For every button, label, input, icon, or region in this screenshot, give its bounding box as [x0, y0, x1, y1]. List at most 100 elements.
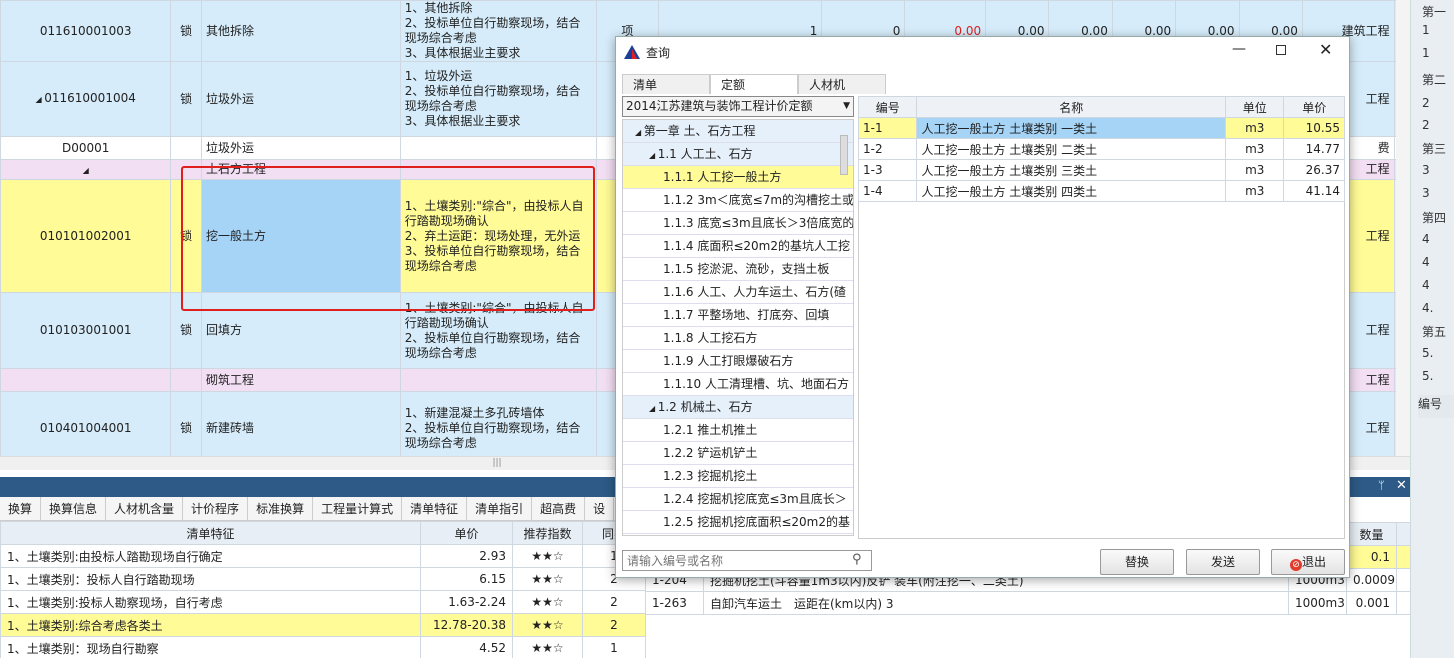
close-dialog-icon[interactable]: ✕	[1319, 40, 1332, 59]
tab-4[interactable]: 标准换算	[248, 497, 314, 520]
tree-node[interactable]: 1.1.6 人工、人力车运土、石方(碴	[623, 281, 853, 304]
main-cell-code[interactable]: D00001	[0, 136, 172, 160]
tab-7[interactable]: 清单指引	[467, 497, 533, 520]
main-cell-code[interactable]	[0, 368, 172, 392]
tree-node[interactable]: 1.1.1 人工挖一般土方	[623, 166, 853, 189]
main-cell-lock[interactable]	[170, 368, 202, 392]
main-cell-desc[interactable]	[399, 136, 598, 160]
tree-node[interactable]: 1.2.2 铲运机铲土	[623, 442, 853, 465]
replace-button[interactable]: 替换	[1100, 549, 1174, 575]
main-cell-desc[interactable]: 1、垃圾外运 2、投标单位自行勘察现场，结合现场综合考虑 3、具体根据业主要求	[399, 61, 598, 137]
tab-5[interactable]: 工程量计算式	[313, 497, 403, 520]
header-stars[interactable]: 推荐指数	[512, 521, 583, 545]
main-cell-lock[interactable]: 锁	[170, 0, 202, 62]
side-tree-item[interactable]: 第五	[1422, 323, 1454, 346]
scroll-grip-icon[interactable]: |||	[490, 458, 504, 468]
side-tree-item[interactable]: 2	[1422, 118, 1454, 141]
main-cell-lock[interactable]	[170, 136, 202, 160]
side-tree-item[interactable]: 5.	[1422, 346, 1454, 369]
side-tree-item[interactable]: 1	[1422, 23, 1454, 46]
side-tree-item[interactable]: 编号	[1418, 395, 1454, 418]
header-code[interactable]: 编号	[857, 96, 918, 118]
main-cell-desc[interactable]	[399, 368, 598, 392]
tree-node[interactable]: 1.2.1 推土机推土	[623, 419, 853, 442]
tree-toggle-icon[interactable]: ◢	[649, 151, 658, 160]
tab-3[interactable]: 计价程序	[183, 497, 249, 520]
tree-node[interactable]: 1.1.3 底宽≤3m且底长＞3倍底宽的	[623, 212, 853, 235]
result-row[interactable]: 1-2 人工挖一般土方 土壤类别 二类土 m3 14.77	[857, 138, 1345, 160]
main-cell-name[interactable]: 砌筑工程	[200, 368, 401, 392]
side-tree-item[interactable]: 第三	[1422, 140, 1454, 163]
quota-content-row[interactable]: 1-263 自卸汽车运土 运距在(km以内) 3 1000m3 0.001	[645, 591, 1411, 615]
tab-9[interactable]: 设	[585, 497, 615, 520]
tree-node[interactable]: 1.2.5 挖掘机挖底面积≤20m2的基	[623, 511, 853, 534]
side-tree-item[interactable]: 3	[1422, 186, 1454, 209]
tab-0[interactable]: 换算	[0, 497, 42, 520]
main-cell-name[interactable]: 垃圾外运	[200, 61, 401, 137]
side-tree-item[interactable]: 4	[1422, 255, 1454, 278]
tree-node[interactable]: 1.2.4 挖掘机挖底宽≤3m且底长＞	[623, 488, 853, 511]
collapse-icon[interactable]: ◢	[83, 166, 89, 175]
header-unit-price[interactable]: 单价	[1283, 96, 1345, 118]
main-cell-code[interactable]: ◢	[0, 159, 172, 180]
close-icon[interactable]: ✕	[1396, 478, 1407, 493]
main-cell-code[interactable]: 011610001003	[0, 0, 172, 62]
side-tree-item[interactable]: 4	[1422, 278, 1454, 301]
main-vertical-scrollbar[interactable]	[1396, 0, 1410, 456]
tree-node[interactable]: ◢ 1.2 机械土、石方	[623, 396, 853, 419]
main-cell-code[interactable]: 010101002001	[0, 179, 172, 293]
main-cell-lock[interactable]: 锁	[170, 61, 202, 137]
feature-row[interactable]: 1、土壤类别:投标人勘察现场，自行考虑 1.63-2.24 ★★☆ 2	[0, 590, 646, 614]
side-tree-item[interactable]: 第二	[1422, 71, 1454, 94]
search-input[interactable]	[622, 550, 872, 571]
exit-button[interactable]: ⊘ 退出	[1271, 549, 1345, 575]
tree-node[interactable]: 1.1.4 底面积≤20m2的基坑人工挖	[623, 235, 853, 258]
result-row[interactable]: 1-1 人工挖一般土方 土壤类别 一类土 m3 10.55	[857, 117, 1345, 139]
tree-node[interactable]: 1.1.2 3m＜底宽≤7m的沟槽挖土或	[623, 189, 853, 212]
main-cell-desc[interactable]: 1、其他拆除 2、投标单位自行勘察现场，结合现场综合考虑 3、具体根据业主要求	[399, 0, 598, 62]
result-row[interactable]: 1-3 人工挖一般土方 土壤类别 三类土 m3 26.37	[857, 159, 1345, 181]
main-cell-lock[interactable]: 锁	[170, 391, 202, 465]
tab-6[interactable]: 清单特征	[402, 497, 468, 520]
side-tree-item[interactable]: 5.	[1422, 369, 1454, 392]
maximize-icon[interactable]	[1276, 45, 1286, 55]
main-cell-code[interactable]: 010103001001	[0, 292, 172, 369]
header-name[interactable]: 名称	[916, 96, 1226, 118]
tree-node[interactable]: 1.1.7 平整场地、打底夯、回填	[623, 304, 853, 327]
tree-toggle-icon[interactable]: ◢	[635, 128, 644, 137]
main-cell-name[interactable]: 新建砖墙	[200, 391, 401, 465]
tab-1[interactable]: 换算信息	[41, 497, 107, 520]
pin-icon[interactable]: ᛘ	[1378, 479, 1385, 492]
side-tree-item[interactable]: 2	[1422, 96, 1454, 119]
tab-8[interactable]: 超高费	[532, 497, 586, 520]
search-icon[interactable]: ⚲	[852, 552, 862, 567]
side-tree-item[interactable]: 3	[1422, 163, 1454, 186]
minimize-icon[interactable]: —	[1232, 41, 1246, 57]
feature-row[interactable]: 1、土壤类别：投标人自行踏勘现场 6.15 ★★☆ 2	[0, 567, 646, 591]
feature-row[interactable]: 1、土壤类别:由投标人踏勘现场自行确定 2.93 ★★☆ 1	[0, 544, 646, 568]
tab-quota[interactable]: 定额	[710, 74, 798, 94]
header-price[interactable]: 单价	[420, 521, 513, 545]
quota-library-select[interactable]: 2014江苏建筑与装饰工程计价定额 ▼	[622, 96, 854, 117]
header-qty[interactable]: 数量	[1346, 522, 1397, 546]
tree-scrollbar[interactable]	[840, 135, 848, 175]
tree-node[interactable]: 1.1.10 人工清理槽、坑、地面石方	[623, 373, 853, 396]
tree-node[interactable]: 1.1.9 人工打眼爆破石方	[623, 350, 853, 373]
result-row[interactable]: 1-4 人工挖一般土方 土壤类别 四类土 m3 41.14	[857, 180, 1345, 202]
side-tree-item[interactable]: 4	[1422, 232, 1454, 255]
tree-node[interactable]: ◢ 第一章 土、石方工程	[623, 120, 853, 143]
main-cell-name[interactable]: 其他拆除	[200, 0, 401, 62]
send-button[interactable]: 发送	[1186, 549, 1260, 575]
header-feature[interactable]: 清单特征	[0, 521, 421, 545]
main-cell-name[interactable]: 垃圾外运	[200, 136, 401, 160]
collapse-icon[interactable]: ◢	[36, 95, 45, 104]
dialog-titlebar[interactable]: 查询 — ✕	[616, 37, 1349, 67]
tree-node[interactable]: ◢ 1.1 人工土、石方	[623, 143, 853, 166]
tree-node[interactable]: 1.2.3 挖掘机挖土	[623, 465, 853, 488]
feature-row[interactable]: 1、土壤类别：现场自行勘察 4.52 ★★☆ 1	[0, 636, 646, 658]
feature-row[interactable]: 1、土壤类别:综合考虑各类土 12.78-20.38 ★★☆ 2	[0, 613, 646, 637]
main-cell-code[interactable]: 010401004001	[0, 391, 172, 465]
header-unit[interactable]: 单位	[1224, 96, 1285, 118]
main-cell-code[interactable]: ◢ 011610001004	[0, 61, 172, 137]
side-tree-item[interactable]: 第四	[1422, 209, 1454, 232]
